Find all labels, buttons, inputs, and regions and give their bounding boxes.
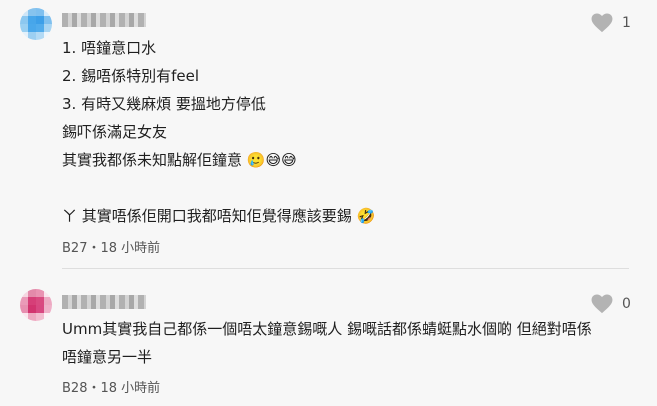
avatar[interactable] bbox=[20, 289, 52, 321]
comment-line: 2. 錫唔係特別有feel bbox=[62, 67, 199, 85]
heart-icon bbox=[591, 294, 613, 314]
comment-meta: B28・18 小時前 bbox=[62, 381, 161, 396]
like-count: 1 bbox=[622, 15, 631, 31]
comment-line: Umm其實我自己都係一個唔太鐘意錫嘅人 錫嘅話都係蜻蜓點水個啲 但絕對唔係 bbox=[62, 320, 592, 338]
like-button[interactable]: 1 bbox=[591, 13, 631, 33]
avatar[interactable] bbox=[20, 8, 52, 40]
comment-line: ㄚ 其實唔係佢開口我都唔知佢覺得應該要錫 🤣 bbox=[62, 207, 376, 225]
comment-line: 錫吓係滿足女友 bbox=[62, 123, 168, 141]
comment-line: 1. 唔鐘意口水 bbox=[62, 39, 157, 57]
username-redacted[interactable] bbox=[62, 13, 146, 27]
like-button[interactable]: 0 bbox=[591, 294, 631, 314]
comment-line: 唔鐘意另一半 bbox=[62, 348, 153, 366]
comment-divider bbox=[62, 268, 629, 269]
comment-line: 3. 有時又幾麻煩 要搵地方停低 bbox=[62, 95, 266, 113]
comment-meta: B27・18 小時前 bbox=[62, 241, 161, 256]
comment-line: 其實我都係未知點解佢鐘意 🥲😅😅 bbox=[62, 151, 297, 169]
username-redacted[interactable] bbox=[62, 295, 146, 309]
heart-icon bbox=[591, 13, 613, 33]
like-count: 0 bbox=[622, 296, 631, 312]
